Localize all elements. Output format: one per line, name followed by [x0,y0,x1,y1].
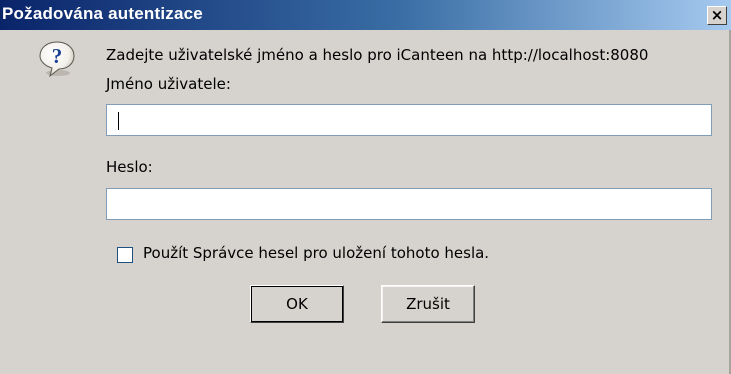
cancel-button[interactable]: Zrušit [381,285,475,323]
save-password-label[interactable]: Použít Správce hesel pro uložení tohoto … [143,244,489,262]
save-password-checkbox[interactable] [117,247,133,263]
cancel-button-label: Zrušit [406,295,450,313]
prompt-text: Zadejte uživatelské jméno a heslo pro iC… [106,46,649,64]
close-icon: × [710,6,724,24]
auth-dialog: Požadována autentizace × ? Zadejte uživa… [0,0,731,374]
password-input[interactable] [106,188,712,220]
svg-text:?: ? [52,44,63,68]
password-label: Heslo: [106,158,153,176]
window-title: Požadována autentizace [2,4,203,23]
text-caret [118,112,119,130]
question-icon: ? [39,41,75,78]
title-bar[interactable]: Požadována autentizace × [0,0,731,30]
ok-button-label: OK [286,295,308,313]
ok-button[interactable]: OK [250,285,344,323]
username-label: Jméno uživatele: [106,75,231,93]
username-input[interactable] [106,104,712,136]
close-button[interactable]: × [707,6,727,25]
